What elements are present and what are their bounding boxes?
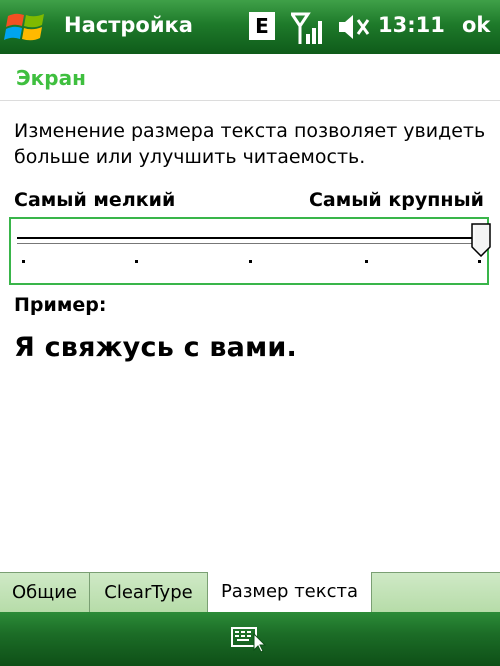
slider-tick [22,260,25,263]
tab-cleartype[interactable]: ClearType [90,573,208,613]
title-bar: Настройка E 13:11 ok [0,0,500,54]
divider [0,100,500,101]
speaker-icon[interactable] [337,12,371,42]
clock[interactable]: 13:11 [378,13,445,37]
keyboard-icon[interactable] [230,622,266,654]
tab-text-size[interactable]: Размер текста [208,572,372,614]
tab-general[interactable]: Общие [0,573,90,613]
signal-strength-icon[interactable] [291,10,327,46]
slider-tick [365,260,368,263]
slider-tick [478,260,481,263]
soft-key-bar [0,612,500,666]
ok-button[interactable]: ok [462,13,490,37]
example-text: Я свяжусь с вами. [14,332,297,363]
slider-max-label: Самый крупный [308,189,484,211]
text-size-slider[interactable] [9,217,491,285]
app-title: Настройка [64,13,193,37]
section-title: Экран [16,66,86,90]
windows-start-icon[interactable] [4,6,48,48]
description-text: Изменение размера текста позволяет увиде… [14,120,486,168]
network-type-badge: E [249,12,275,40]
slider-min-label: Самый мелкий [14,189,176,211]
slider-tick [135,260,138,263]
slider-tick [249,260,252,263]
example-label: Пример: [14,294,107,316]
slider-thumb[interactable] [471,223,491,257]
tab-bar: Общие ClearType Размер текста [0,572,500,614]
slider-track[interactable] [17,237,481,244]
